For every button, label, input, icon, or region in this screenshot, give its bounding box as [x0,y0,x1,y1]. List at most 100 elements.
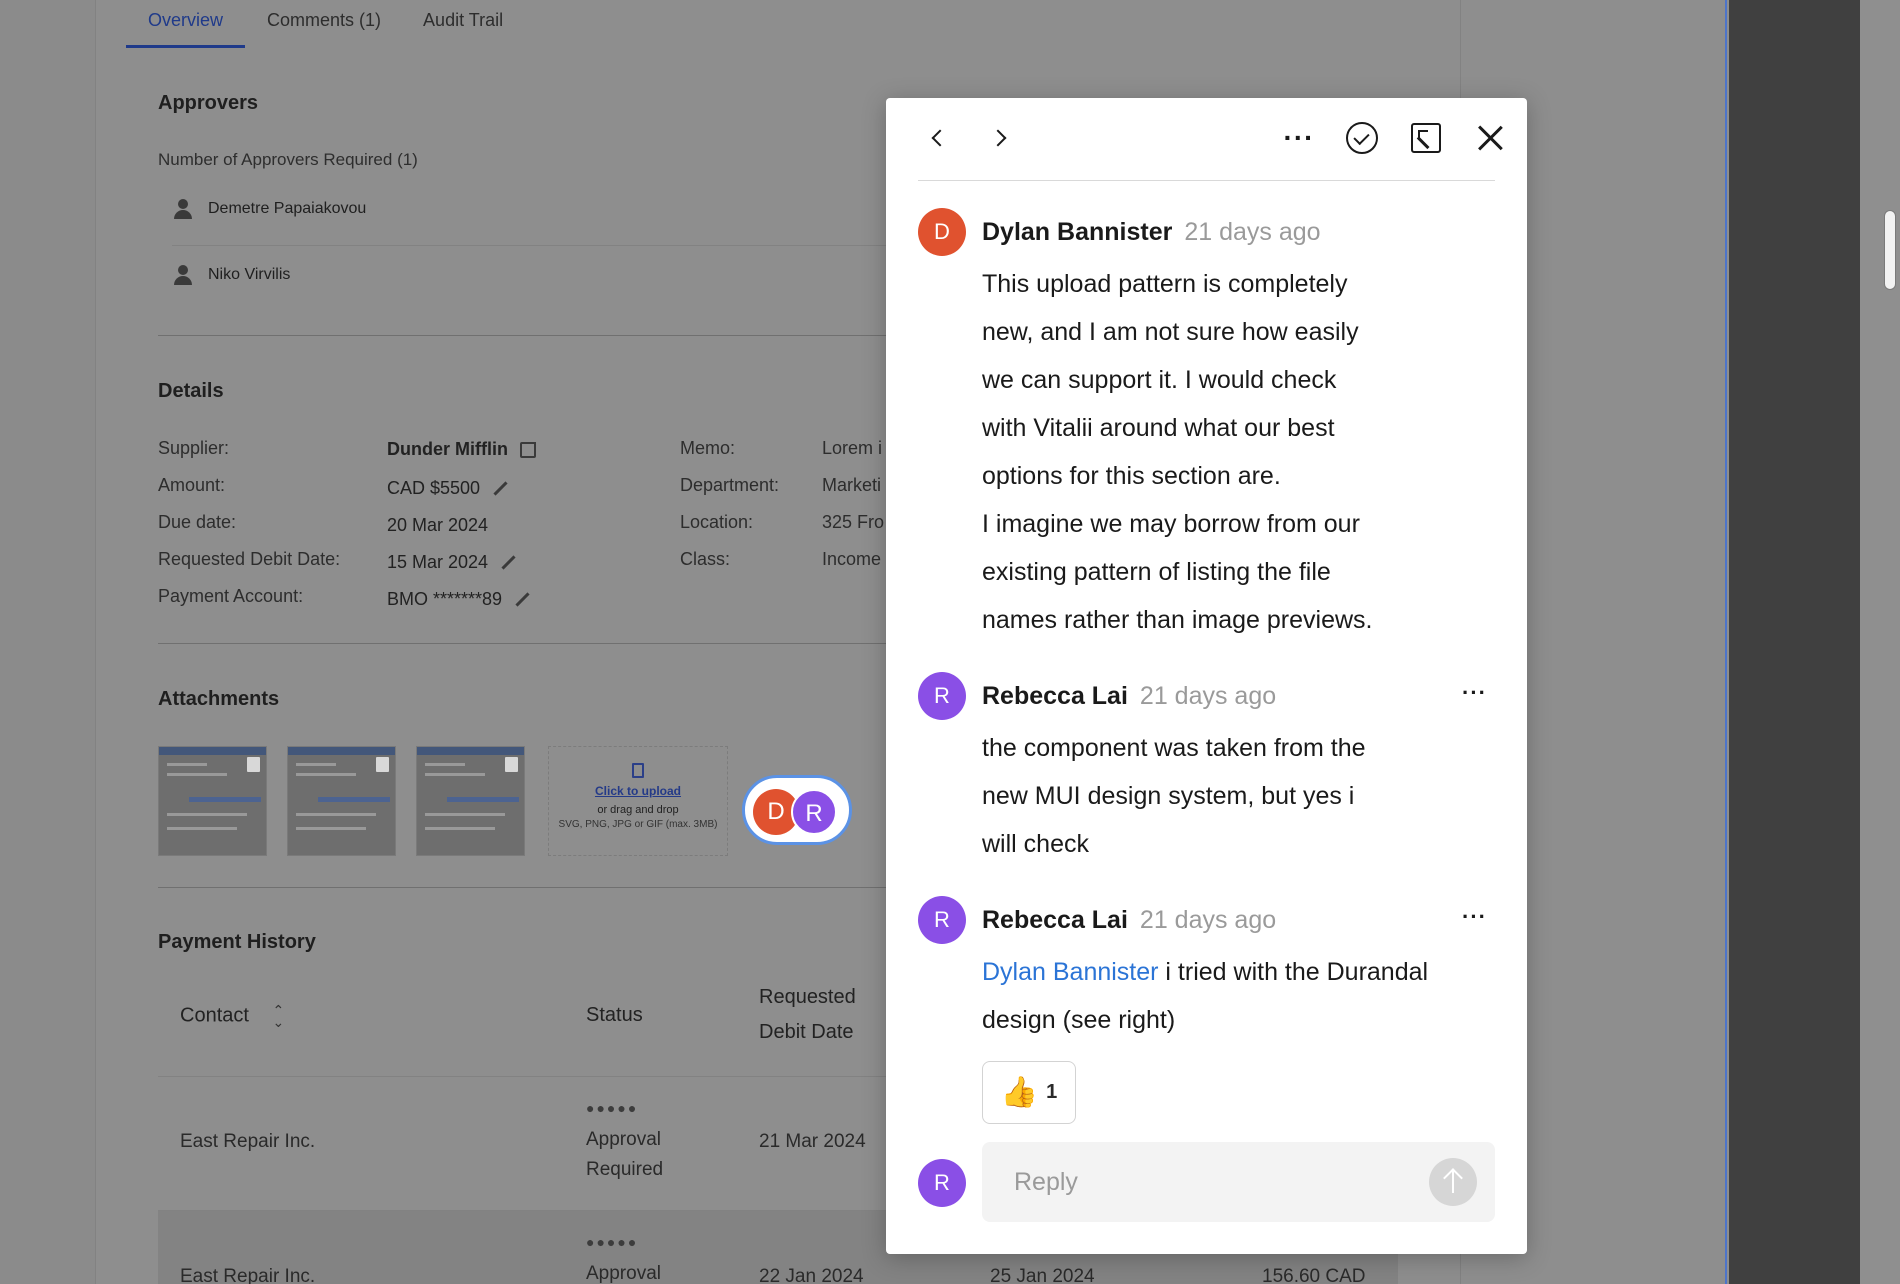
external-link-icon[interactable] [519,441,536,458]
field-label: Location: [680,512,754,532]
status-cell: Required [586,1159,664,1180]
field-label: Due date: [158,512,237,532]
collapse-button[interactable] [1406,118,1446,158]
chevron-left-icon [931,129,949,147]
status-cell: Approval [586,1129,661,1150]
comment-body: the component was taken from the new MUI… [982,724,1366,868]
comment-more-button[interactable]: ··· [1462,680,1487,706]
next-button[interactable] [980,118,1020,158]
field-label: Memo: [680,438,736,458]
attachments-title: Attachments [158,688,280,710]
comment-line: I imagine we may borrow from our [982,510,1360,538]
requested-debit-date-value: 15 Mar 2024 [387,552,516,573]
section-divider [158,335,898,336]
comment-author: Dylan Bannister [982,218,1173,246]
field-label: Amount: [158,475,226,495]
comment-line: Dylan Bannister i tried with the Duranda… [982,948,1428,996]
section-divider [158,643,898,644]
trash-icon[interactable] [505,757,518,772]
more-options-button[interactable]: ··· [1279,118,1319,158]
comment-time: 21 days ago [1139,906,1277,934]
payment-account-text: BMO *******89 [387,589,503,609]
comment-author: Rebecca Lai [982,682,1128,710]
close-button[interactable] [1470,118,1510,158]
class-value: Income [822,549,882,569]
panel-toolbar: ··· [918,98,1495,181]
scrollbar-thumb[interactable] [1884,210,1896,290]
send-button[interactable] [1429,1158,1477,1206]
tab-overview[interactable]: Overview [126,0,246,48]
comment-line: design (see right) [982,1006,1176,1034]
reply-input[interactable] [982,1142,1495,1222]
comment-time: 21 days ago [1139,682,1277,710]
avatar: R [791,789,837,835]
comment-body: Dylan Bannister i tried with the Duranda… [982,948,1428,1044]
upload-hint: or drag and drop [597,804,679,816]
tab-audit-trail[interactable]: Audit Trail [401,0,503,48]
amount-value: CAD $5500 [387,478,508,499]
contact-cell: East Repair Inc. [180,1266,316,1284]
status-cell: Approval [586,1263,661,1284]
amount-text: CAD $5500 [387,478,481,498]
column-header-debit-date: Debit Date [759,1021,854,1043]
amount-cell: 156.60 CAD [1262,1266,1366,1284]
comment-line: options for this section are. [982,462,1281,490]
edit-pencil-icon[interactable] [500,555,516,571]
scrollbar-track[interactable] [1860,0,1900,1284]
approver-divider [172,245,892,246]
comment-more-button[interactable]: ··· [1462,904,1487,930]
comment-line: will check [982,830,1089,858]
payment-account-value: BMO *******89 [387,589,530,610]
field-label: Payment Account: [158,586,304,606]
status-dots: ●●●●● [586,1100,639,1116]
supplier-value: Dunder Mifflin [387,439,536,460]
department-value: Marketi [822,475,882,495]
contact-cell: East Repair Inc. [180,1131,316,1152]
comment-author: Rebecca Lai [982,906,1128,934]
upload-dropzone[interactable]: Click to upload or drag and drop SVG, PN… [548,746,728,856]
due-date-value: 20 Mar 2024 [387,515,488,536]
date-cell: 25 Jan 2024 [990,1266,1095,1284]
location-value: 325 Fro [822,512,885,532]
comment-line: This upload pattern is completely [982,270,1348,298]
sort-icon[interactable]: ⌃ ⌄ [273,1003,285,1029]
comment-avatars-chip[interactable]: D R [742,775,852,845]
edit-pencil-icon[interactable] [492,481,508,497]
file-upload-icon [632,763,644,778]
date-cell: 21 Mar 2024 [759,1131,866,1152]
approvers-title: Approvers [158,92,259,114]
attachment-thumbnail[interactable] [287,746,396,856]
memo-value: Lorem i [822,438,883,458]
column-header-requested: Requested [759,986,856,1008]
column-header-contact[interactable]: Contact ⌃ ⌄ [180,1003,285,1029]
details-title: Details [158,380,224,402]
check-circle-icon [1346,122,1378,154]
comment-time: 21 days ago [1184,218,1321,246]
previous-button[interactable] [918,118,958,158]
trash-icon[interactable] [247,757,260,772]
avatar: R [918,1159,966,1207]
comment-text: i tried with the Durandal [1158,958,1429,986]
comment-line: new MUI design system, but yes i [982,782,1355,810]
edit-pencil-icon[interactable] [514,592,530,608]
click-to-upload-link[interactable]: Click to upload [549,784,727,798]
trash-icon[interactable] [376,757,389,772]
approver-name: Niko Virvilis [208,266,291,283]
comment-line: existing pattern of listing the file [982,558,1331,586]
comment-line: new, and I am not sure how easily [982,318,1359,346]
resolve-button[interactable] [1342,118,1382,158]
section-divider [158,887,898,888]
attachment-thumbnail[interactable] [158,746,267,856]
approver-row: Niko Virvilis [172,264,290,286]
reaction-thumbs-up-button[interactable]: 👍 1 [982,1061,1076,1124]
attachment-thumbnail[interactable] [416,746,525,856]
upload-formats: SVG, PNG, JPG or GIF (max. 3MB) [558,819,718,830]
person-icon [172,264,194,286]
comment-body: This upload pattern is completely new, a… [982,260,1372,644]
payment-history-title: Payment History [158,931,316,953]
tab-comments[interactable]: Comments (1) [245,0,381,48]
tab-bar: Overview Comments (1) Audit Trail [126,0,523,50]
comment-line: the component was taken from the [982,734,1366,762]
field-label: Class: [680,549,731,569]
user-mention-link[interactable]: Dylan Bannister [982,958,1158,986]
